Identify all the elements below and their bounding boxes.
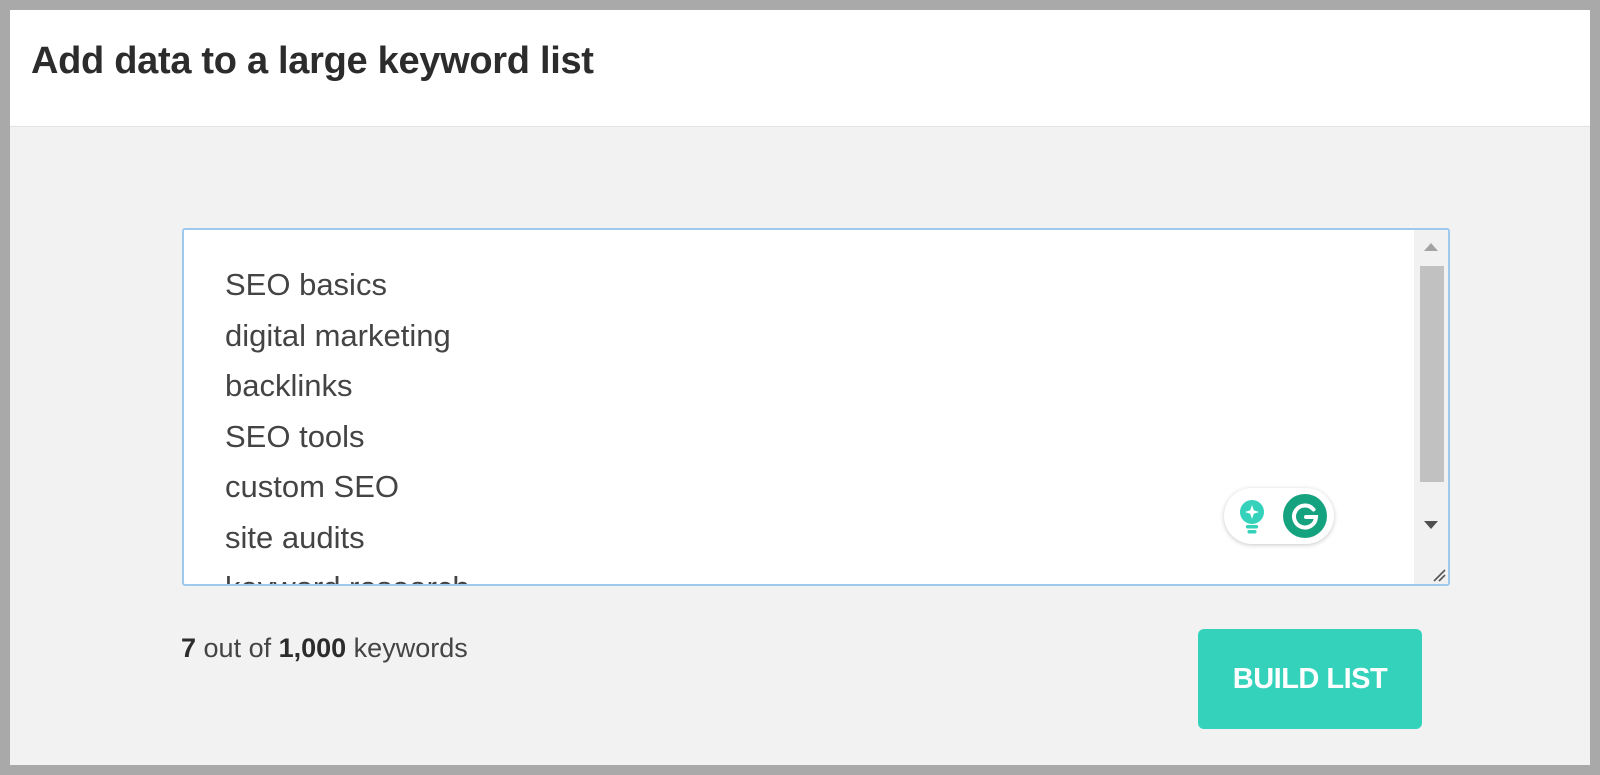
keyword-line: digital marketing — [225, 317, 451, 353]
scroll-down-arrow-icon[interactable] — [1414, 510, 1448, 540]
keyword-limit: 1,000 — [278, 633, 347, 663]
keyword-line: backlinks — [225, 368, 353, 403]
grammarly-icon[interactable] — [1282, 493, 1328, 539]
scrollbar-thumb[interactable] — [1420, 266, 1444, 482]
keyword-line: keyword research — [225, 563, 470, 584]
keyword-textarea[interactable]: SEO basics digital marketing backlinks S… — [182, 228, 1450, 586]
keyword-counter: 7 out of 1,000 keywords — [181, 633, 468, 664]
textarea-scrollbar[interactable] — [1414, 230, 1448, 584]
scroll-up-arrow-icon[interactable] — [1414, 232, 1448, 262]
lightbulb-icon[interactable] — [1234, 498, 1270, 536]
counter-text-suffix: keywords — [346, 633, 468, 663]
counter-text-middle: out of — [196, 633, 279, 663]
resize-handle-icon[interactable] — [1428, 564, 1446, 582]
grammarly-widget[interactable] — [1224, 488, 1334, 544]
page-title: Add data to a large keyword list — [31, 40, 594, 82]
keyword-list: SEO basics digital marketing backlinks S… — [225, 260, 470, 584]
keyword-line: site audits — [225, 519, 365, 555]
keyword-line: SEO basics — [225, 267, 387, 302]
keyword-count: 7 — [181, 633, 197, 663]
keyword-line: SEO tools — [225, 418, 365, 454]
keyword-line: custom SEO — [225, 469, 399, 504]
dialog-header: Add data to a large keyword list — [10, 10, 1590, 127]
dialog-panel: Add data to a large keyword list SEO bas… — [10, 10, 1590, 765]
build-list-button[interactable]: BUILD LIST — [1198, 629, 1422, 729]
